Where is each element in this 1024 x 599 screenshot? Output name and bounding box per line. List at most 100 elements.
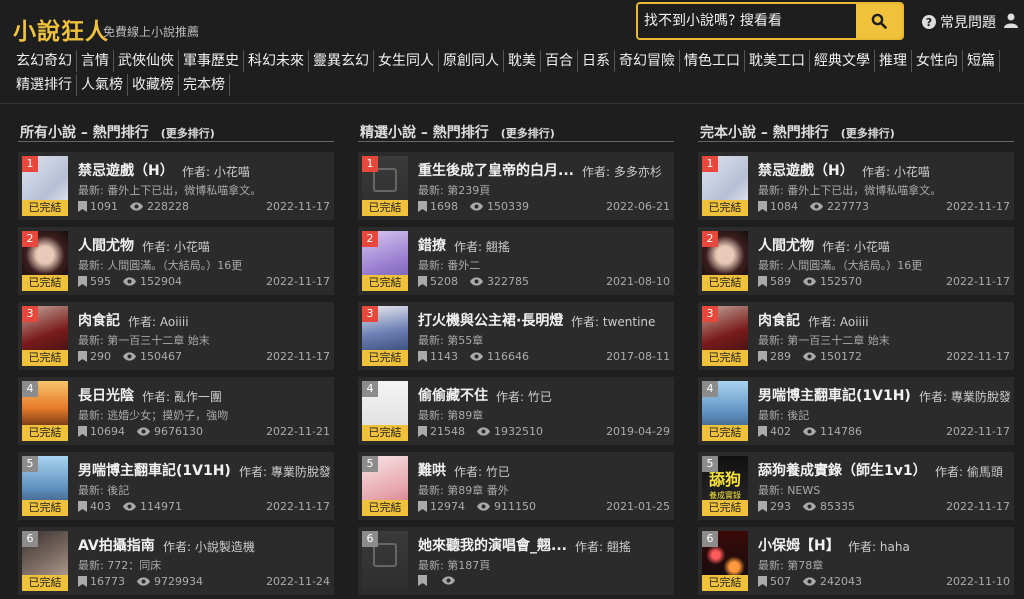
novel-title[interactable]: 小保姆【H】 [758, 535, 840, 555]
novel-author[interactable]: 作者: Aoiiii [808, 313, 869, 330]
novel-author[interactable]: 作者: 小花喵 [862, 163, 930, 180]
category-link[interactable]: 耽美 [504, 50, 541, 72]
novel-author[interactable]: 作者: 竹已 [496, 388, 552, 405]
book-cover[interactable]: 3 已完結 [22, 306, 68, 366]
book-cover[interactable]: 4 已完結 [362, 381, 408, 441]
novel-card[interactable]: 2 已完結 人間尤物 作者: 小花喵 最新: 人間圓滿。（大結局。）16更 589 1525… [698, 227, 1014, 295]
novel-author[interactable]: 作者: 小說製造機 [163, 538, 255, 555]
more-rankings-link[interactable]: (更多排行) [501, 127, 555, 140]
novel-card[interactable]: 6 已完結 小保姆【H】 作者: haha 最新: 第78章 507 242043 2022-… [698, 527, 1014, 595]
category-link[interactable]: 短篇 [963, 50, 1000, 72]
novel-author[interactable]: 作者: 專業防脫發 [239, 463, 330, 480]
novel-title[interactable]: 禁忌遊戲（H） [78, 160, 174, 180]
book-cover[interactable]: 1 已完結 [362, 156, 408, 216]
novel-title[interactable]: 偷偷藏不住 [418, 385, 488, 405]
more-rankings-link[interactable]: (更多排行) [841, 127, 895, 140]
book-cover[interactable]: 6 已完結 [22, 531, 68, 591]
novel-author[interactable]: 作者: 小花喵 [822, 238, 890, 255]
faq-link[interactable]: ? 常見問題 [922, 12, 996, 32]
search-button[interactable] [856, 4, 902, 38]
novel-title[interactable]: 男喘博主翻車記(1V1H) [758, 385, 911, 405]
novel-card[interactable]: 5 已完結 男喘博主翻車記(1V1H) 作者: 專業防脫發 最新: 後記 403 11497… [18, 452, 334, 520]
novel-title[interactable]: AV拍攝指南 [78, 535, 155, 555]
book-cover[interactable]: 2 已完結 [362, 231, 408, 291]
novel-author[interactable]: 作者: 翹搖 [454, 238, 510, 255]
category-link[interactable]: 靈異玄幻 [309, 50, 374, 72]
book-cover[interactable]: 2 已完結 [22, 231, 68, 291]
book-cover[interactable]: 1 已完結 [702, 156, 748, 216]
more-rankings-link[interactable]: (更多排行) [161, 127, 215, 140]
category-link[interactable]: 武俠仙俠 [114, 50, 179, 72]
novel-title[interactable]: 肉食記 [758, 310, 800, 330]
novel-author[interactable]: 作者: 專業防脫發 [919, 388, 1010, 405]
category-link[interactable]: 科幻未來 [244, 50, 309, 72]
novel-title[interactable]: 長日光陰 [78, 385, 134, 405]
novel-title[interactable]: 難哄 [418, 460, 446, 480]
category-link[interactable]: 人氣榜 [77, 74, 128, 96]
category-link[interactable]: 女生同人 [374, 50, 439, 72]
book-cover[interactable]: 4 已完結 [22, 381, 68, 441]
novel-author[interactable]: 作者: 亂作一團 [142, 388, 222, 405]
novel-card[interactable]: 6 已完結 AV拍攝指南 作者: 小說製造機 最新: 772：同床 16773 972993… [18, 527, 334, 595]
novel-author[interactable]: 作者: 翹搖 [575, 538, 631, 555]
category-link[interactable]: 經典文學 [810, 50, 875, 72]
category-link[interactable]: 耽美工口 [745, 50, 810, 72]
novel-author[interactable]: 作者: 偷馬頭 [935, 463, 1003, 480]
novel-title[interactable]: 錯撩 [418, 235, 446, 255]
book-cover[interactable]: 5 已完結 [22, 456, 68, 516]
user-icon[interactable] [1003, 12, 1019, 28]
novel-title[interactable]: 打火機與公主裙·長明燈 [418, 310, 563, 330]
category-link[interactable]: 收藏榜 [128, 74, 179, 96]
book-cover[interactable]: 4 已完結 [702, 381, 748, 441]
novel-author[interactable]: 作者: 小花喵 [142, 238, 210, 255]
novel-card[interactable]: 4 已完結 男喘博主翻車記(1V1H) 作者: 專業防脫發 最新: 後記 402 11478… [698, 377, 1014, 445]
category-link[interactable]: 玄幻奇幻 [12, 50, 77, 72]
book-cover[interactable]: 6 已完結 [702, 531, 748, 591]
novel-author[interactable]: 作者: 小花喵 [182, 163, 250, 180]
novel-title[interactable]: 人間尤物 [758, 235, 814, 255]
category-link[interactable]: 推理 [875, 50, 912, 72]
category-link[interactable]: 情色工口 [680, 50, 745, 72]
category-link[interactable]: 言情 [77, 50, 114, 72]
novel-title[interactable]: 禁忌遊戲（H） [758, 160, 854, 180]
novel-title[interactable]: 重生後成了皇帝的白月... [418, 160, 574, 180]
novel-title[interactable]: 她來聽我的演唱會_翹... [418, 535, 567, 555]
novel-title[interactable]: 肉食記 [78, 310, 120, 330]
search-input[interactable] [638, 4, 860, 38]
book-cover[interactable]: 2 已完結 [702, 231, 748, 291]
book-cover[interactable]: 5 已完結 [362, 456, 408, 516]
novel-card[interactable]: 舔狗 養成實錄 5 已完結 舔狗養成實錄（師生1v1） 作者: 偷馬頭 最新: NEWS 29… [698, 452, 1014, 520]
book-cover[interactable]: 舔狗 養成實錄 5 已完結 [702, 456, 748, 516]
novel-card[interactable]: 3 已完結 打火機與公主裙·長明燈 作者: twentine 最新: 第55章 1143 1… [358, 302, 674, 370]
novel-card[interactable]: 3 已完結 肉食記 作者: Aoiiii 最新: 第一百三十二章 始末 290 150467… [18, 302, 334, 370]
novel-card[interactable]: 4 已完結 長日光陰 作者: 亂作一團 最新: 逃婚少女；摸奶子，強吻 10694 9676… [18, 377, 334, 445]
novel-author[interactable]: 作者: haha [848, 538, 910, 555]
category-link[interactable]: 奇幻冒險 [615, 50, 680, 72]
novel-author[interactable]: 作者: twentine [571, 313, 655, 330]
book-cover[interactable]: 1 已完結 [22, 156, 68, 216]
novel-card[interactable]: 2 已完結 錯撩 作者: 翹搖 最新: 番外二 5208 322785 2021-08-10 [358, 227, 674, 295]
site-logo[interactable]: 小說狂人 [13, 12, 109, 46]
novel-author[interactable]: 作者: 多多亦杉 [582, 163, 662, 180]
category-link[interactable]: 日系 [578, 50, 615, 72]
novel-title[interactable]: 人間尤物 [78, 235, 134, 255]
novel-title[interactable]: 男喘博主翻車記(1V1H) [78, 460, 231, 480]
category-link[interactable]: 軍事歷史 [179, 50, 244, 72]
book-cover[interactable]: 6 [362, 531, 408, 591]
category-link[interactable]: 精選排行 [12, 74, 77, 96]
book-cover[interactable]: 3 已完結 [362, 306, 408, 366]
novel-card[interactable]: 1 已完結 禁忌遊戲（H） 作者: 小花喵 最新: 番外上下已出，微博私喵拿文。 1084… [698, 152, 1014, 220]
novel-author[interactable]: 作者: 竹已 [454, 463, 510, 480]
novel-card[interactable]: 6 她來聽我的演唱會_翹... 作者: 翹搖 最新: 第187頁 [358, 527, 674, 595]
category-link[interactable]: 完本榜 [179, 74, 230, 96]
book-cover[interactable]: 3 已完結 [702, 306, 748, 366]
category-link[interactable]: 女性向 [912, 50, 963, 72]
novel-card[interactable]: 3 已完結 肉食記 作者: Aoiiii 最新: 第一百三十二章 始末 289 150172… [698, 302, 1014, 370]
novel-card[interactable]: 2 已完結 人間尤物 作者: 小花喵 最新: 人間圓滿。（大結局。）16更 595 1529… [18, 227, 334, 295]
category-link[interactable]: 原創同人 [439, 50, 504, 72]
novel-card[interactable]: 5 已完結 難哄 作者: 竹已 最新: 第89章 番外 12974 911150 2021-0… [358, 452, 674, 520]
novel-author[interactable]: 作者: Aoiiii [128, 313, 189, 330]
novel-card[interactable]: 1 已完結 禁忌遊戲（H） 作者: 小花喵 最新: 番外上下已出，微博私喵拿文。 1091… [18, 152, 334, 220]
novel-card[interactable]: 1 已完結 重生後成了皇帝的白月... 作者: 多多亦杉 最新: 第239頁 1698 15… [358, 152, 674, 220]
novel-card[interactable]: 4 已完結 偷偷藏不住 作者: 竹已 最新: 第89章 21548 1932510 2019-… [358, 377, 674, 445]
